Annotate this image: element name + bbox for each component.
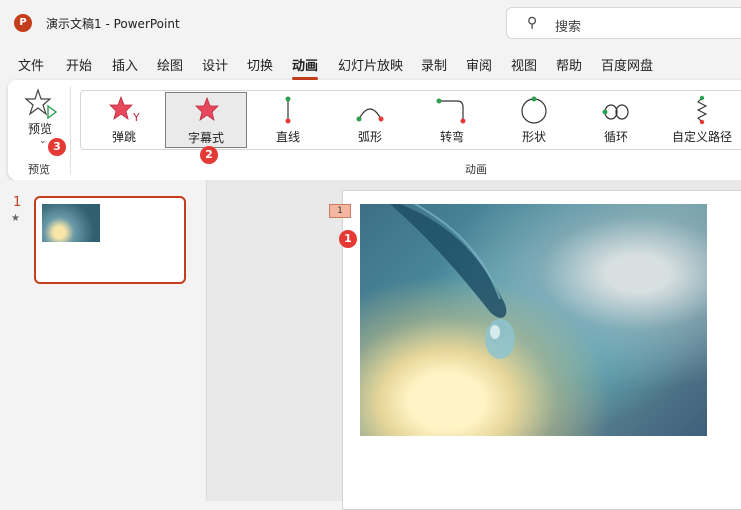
shape-path-icon — [521, 96, 547, 124]
animation-label: 形状 — [521, 130, 546, 144]
animation-group-label: 动画 — [465, 163, 487, 176]
tab-insert[interactable]: 插入 — [112, 55, 138, 74]
animation-bounce[interactable]: Y 弹跳 — [83, 92, 165, 148]
tab-animations[interactable]: 动画 — [292, 55, 319, 80]
line-path-icon — [285, 96, 291, 124]
animation-line-path[interactable]: 直线 — [247, 92, 329, 148]
tab-help[interactable]: 帮助 — [556, 55, 582, 74]
tab-review[interactable]: 审阅 — [466, 55, 492, 74]
chevron-down-icon[interactable]: ⌄ — [39, 136, 47, 146]
step-badge-3: 3 — [48, 138, 66, 156]
tab-slideshow[interactable]: 幻灯片放映 — [338, 55, 403, 74]
arc-path-icon — [356, 108, 384, 122]
step-badge-2: 2 — [200, 146, 218, 164]
group-divider — [70, 86, 71, 174]
bounce-star-icon: Y — [109, 95, 140, 124]
slide-number: 1 — [13, 195, 22, 210]
animation-label: 循环 — [603, 130, 628, 144]
feather-drop-illustration — [390, 204, 515, 359]
animation-label: 弹跳 — [111, 130, 136, 144]
turn-path-icon — [436, 98, 466, 124]
search-placeholder: 搜索 — [555, 20, 582, 35]
thumbnail-image — [42, 204, 100, 242]
tab-design[interactable]: 设计 — [202, 55, 228, 74]
tab-draw[interactable]: 绘图 — [157, 55, 183, 74]
animation-order-tag[interactable]: 1 — [329, 204, 351, 218]
animation-label: 自定义路径 — [671, 130, 732, 144]
tab-home[interactable]: 开始 — [66, 55, 92, 74]
slide-picture[interactable] — [360, 204, 707, 436]
svg-text:Y: Y — [132, 111, 140, 124]
animation-credits[interactable]: 字幕式 — [165, 92, 247, 148]
step-badge-1: 1 — [339, 230, 357, 248]
tab-view[interactable]: 视图 — [511, 55, 537, 74]
animation-label: 弧形 — [357, 130, 382, 144]
animation-custom-path[interactable]: 自定义路径 — [657, 92, 741, 148]
ribbon: 预览 ⌄ 预览 3 Y 弹跳 字幕式 直线 弧形 转弯 形状 循环 自定义路径 … — [8, 80, 741, 180]
animation-turn-path[interactable]: 转弯 — [411, 92, 493, 148]
preview-button-label: 预览 — [28, 122, 53, 136]
title-bar: P 演示文稿1 - PowerPoint ⚲ 搜索 — [0, 0, 741, 46]
tab-transitions[interactable]: 切换 — [247, 55, 273, 74]
window-title: 演示文稿1 - PowerPoint — [46, 17, 180, 31]
custom-path-icon — [696, 95, 708, 125]
animation-gallery: Y 弹跳 字幕式 直线 弧形 转弯 形状 循环 自定义路径 — [80, 90, 741, 150]
powerpoint-logo-icon: P — [14, 14, 32, 32]
animation-arc-path[interactable]: 弧形 — [329, 92, 411, 148]
preview-group-label: 预览 — [28, 163, 50, 176]
loop-path-icon — [602, 104, 629, 120]
animation-label: 转弯 — [439, 130, 464, 144]
tab-file[interactable]: 文件 — [18, 55, 44, 74]
animation-loop-path[interactable]: 循环 — [575, 92, 657, 148]
tab-baidu-netdisk[interactable]: 百度网盘 — [601, 55, 653, 74]
preview-star-icon — [24, 88, 58, 120]
ribbon-tabs: 文件 开始 插入 绘图 设计 切换 动画 幻灯片放映 录制 审阅 视图 帮助 百… — [0, 46, 741, 80]
animation-label: 直线 — [275, 130, 300, 144]
animation-star-icon: ★ — [11, 213, 20, 224]
animation-label: 字幕式 — [187, 131, 224, 145]
search-icon: ⚲ — [527, 15, 538, 31]
preview-group: 预览 ⌄ 预览 3 — [8, 80, 70, 180]
tab-record[interactable]: 录制 — [421, 55, 447, 74]
search-input[interactable]: ⚲ 搜索 — [506, 7, 741, 39]
animation-shape-path[interactable]: 形状 — [493, 92, 575, 148]
slides-pane: 1 ★ — [0, 180, 207, 501]
credits-star-icon — [195, 96, 219, 121]
slide-thumbnail[interactable] — [34, 196, 186, 284]
